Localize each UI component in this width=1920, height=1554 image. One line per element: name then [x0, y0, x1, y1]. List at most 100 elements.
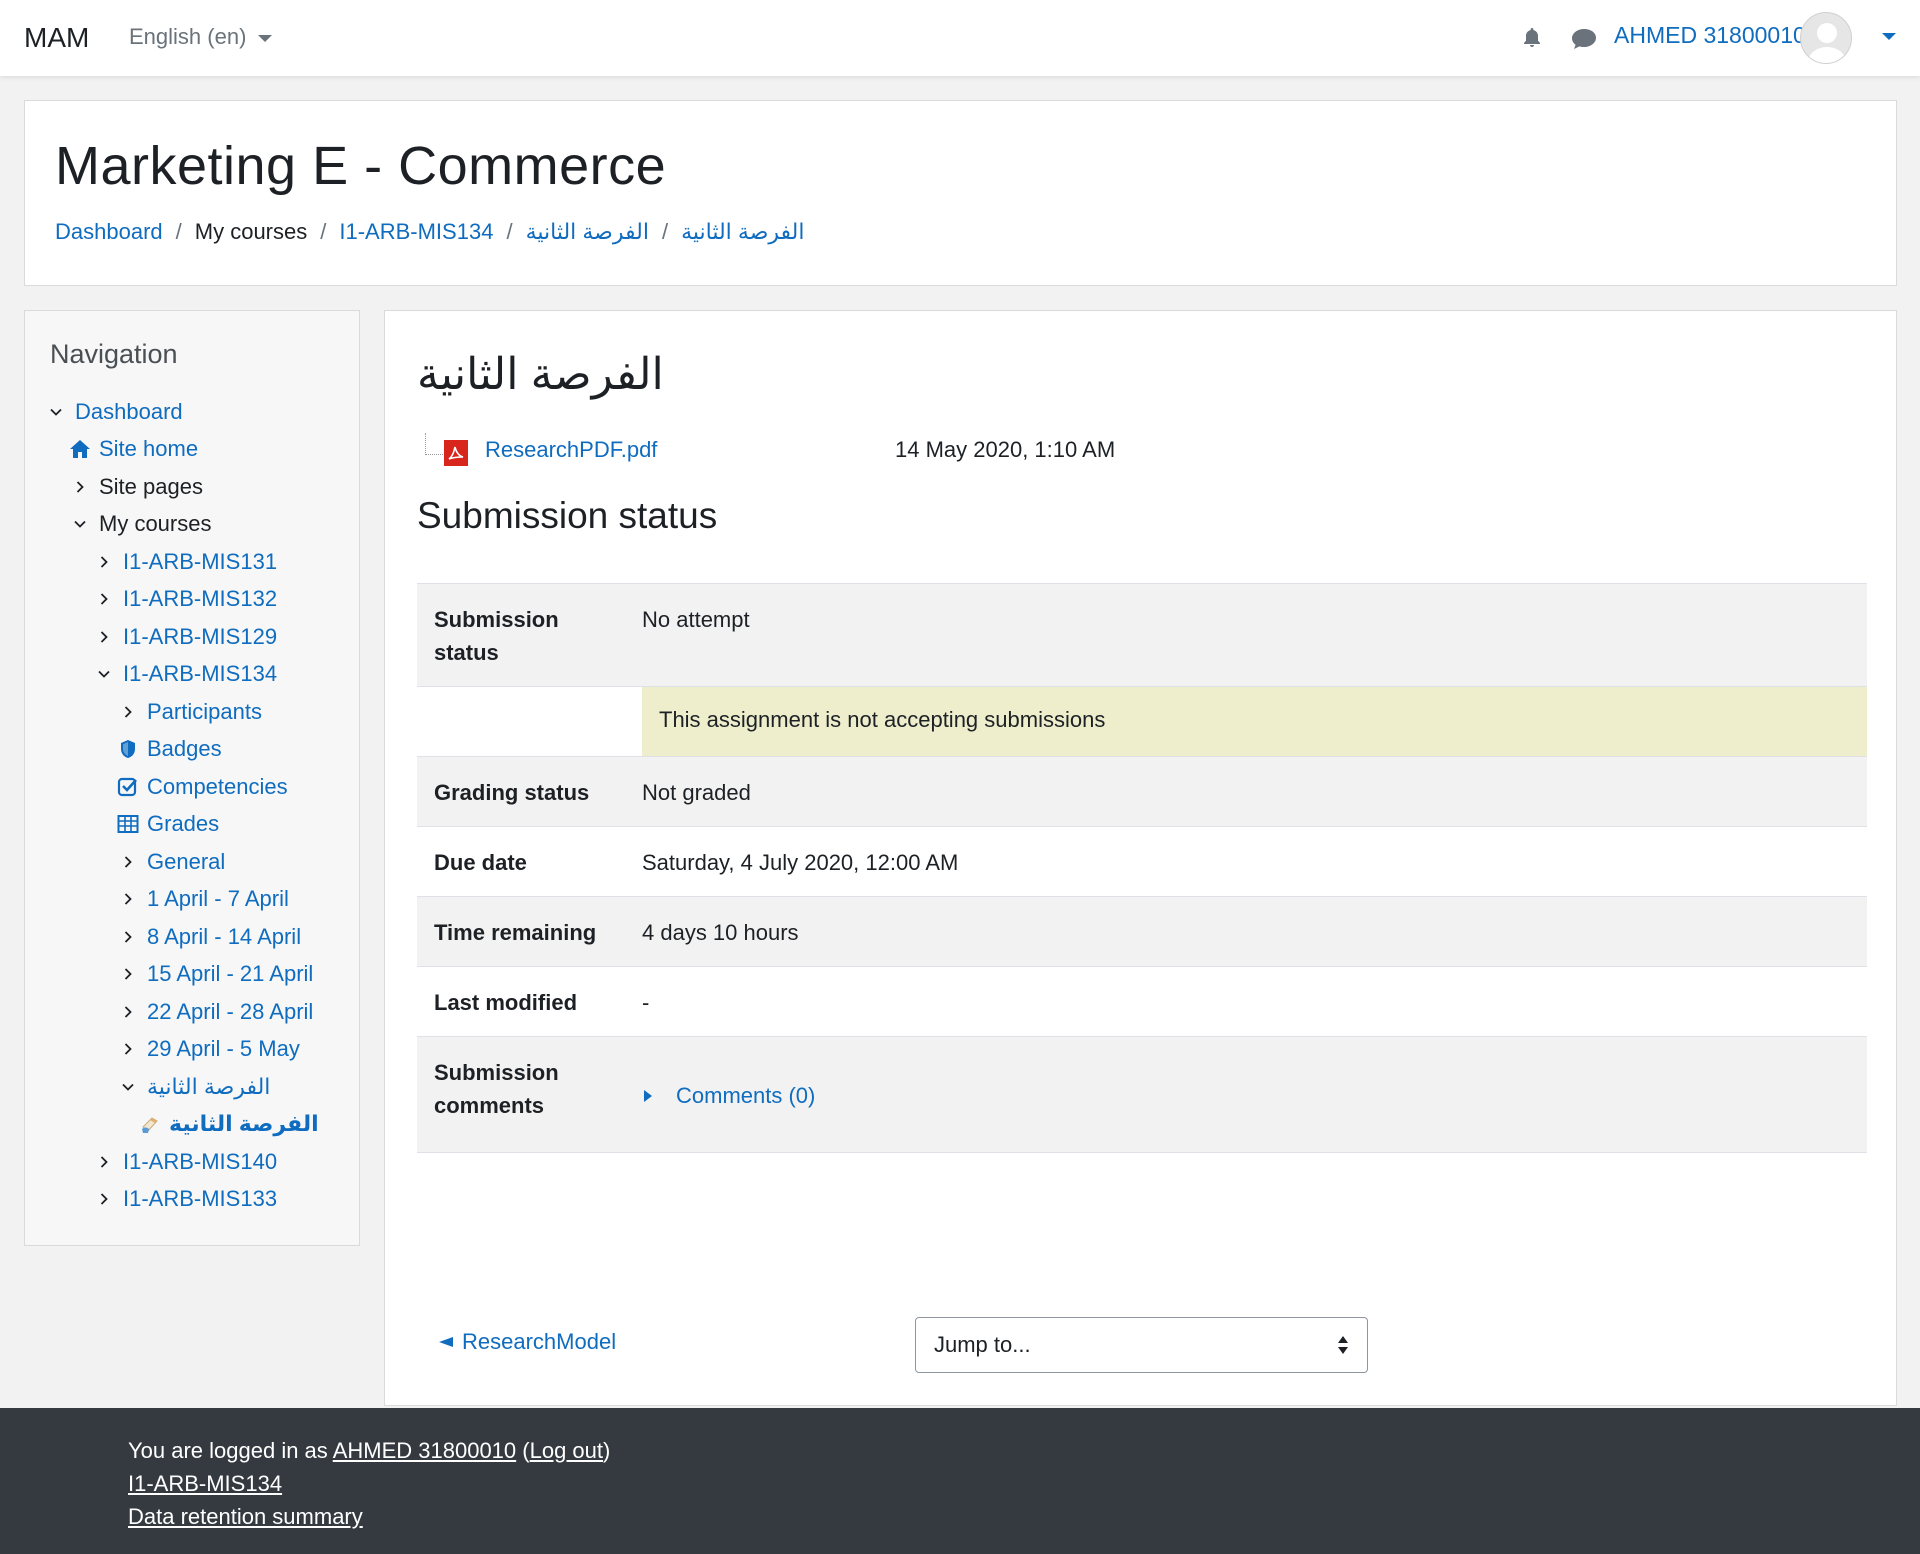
- chevron-down-icon: [258, 34, 273, 42]
- shield-icon: [121, 740, 135, 758]
- nav-item-section-week5[interactable]: 29 April - 5 May: [121, 1036, 300, 1062]
- breadcrumb-section[interactable]: الفرصة الثانية: [526, 219, 649, 245]
- user-menu-name[interactable]: AHMED 31800010: [1614, 22, 1806, 49]
- caret-right-icon: [644, 1089, 652, 1102]
- page-footer: You are logged in as AHMED 31800010 (Log…: [0, 1408, 1920, 1554]
- chevron-right-icon: [97, 555, 111, 569]
- grading-status-value: Not graded: [642, 780, 751, 805]
- avatar[interactable]: [1800, 12, 1852, 64]
- submission-notice-text: This assignment is not accepting submiss…: [659, 707, 1106, 732]
- nav-item-section-week4[interactable]: 22 April - 28 April: [121, 999, 313, 1025]
- chevron-down-icon: [97, 667, 111, 681]
- nav-item-competencies[interactable]: Competencies: [117, 774, 288, 800]
- nav-item-badges[interactable]: Badges: [117, 736, 222, 762]
- submission-status-value: No attempt: [642, 607, 750, 632]
- logout-link[interactable]: Log out: [530, 1438, 603, 1463]
- chevron-right-icon: [121, 892, 135, 906]
- attachment-link[interactable]: ResearchPDF.pdf: [485, 437, 657, 463]
- nav-item-section-week2[interactable]: 8 April - 14 April: [121, 924, 301, 950]
- chevron-right-icon: [97, 1155, 111, 1169]
- chevron-right-icon: [97, 630, 111, 644]
- page-title: Marketing E - Commerce: [55, 136, 667, 196]
- login-info: You are logged in as AHMED 31800010 (Log…: [128, 1438, 611, 1463]
- select-arrows-icon: [1338, 1336, 1348, 1354]
- breadcrumb-my-courses: My courses: [194, 219, 308, 244]
- navigation-block: Navigation Dashboard Site home Site page…: [24, 310, 360, 1246]
- table-icon: [117, 815, 139, 833]
- chevron-right-icon: [121, 1042, 135, 1056]
- time-remaining-value: 4 days 10 hours: [642, 920, 799, 945]
- footer-course-link[interactable]: I1-ARB-MIS134: [128, 1471, 282, 1496]
- nav-item-participants[interactable]: Participants: [121, 699, 262, 725]
- table-row: Last modified -: [417, 967, 1867, 1037]
- data-retention-link[interactable]: Data retention summary: [128, 1504, 363, 1529]
- chevron-right-icon: [73, 480, 87, 494]
- previous-activity-link[interactable]: ResearchModel: [438, 1329, 616, 1355]
- nav-item-site-home[interactable]: Site home: [69, 436, 198, 462]
- user-menu-chevron-icon[interactable]: [1882, 33, 1896, 40]
- nav-item-course-mis133[interactable]: I1-ARB-MIS133: [97, 1186, 277, 1212]
- nav-item-grades[interactable]: Grades: [117, 811, 219, 837]
- nav-item-section-week3[interactable]: 15 April - 21 April: [121, 961, 313, 987]
- pdf-icon: [444, 440, 468, 466]
- footer-user-link[interactable]: AHMED 31800010: [333, 1438, 516, 1463]
- bell-icon[interactable]: [1520, 26, 1544, 50]
- nav-item-course-mis140[interactable]: I1-ARB-MIS140: [97, 1149, 277, 1175]
- comments-link: Comments (0): [676, 1083, 816, 1108]
- messages-icon[interactable]: [1570, 27, 1598, 51]
- navigation-title: Navigation: [50, 339, 178, 369]
- grading-status-label: Grading status: [434, 780, 590, 805]
- chevron-down-icon: [73, 517, 87, 531]
- chevron-right-icon: [121, 930, 135, 944]
- table-row: This assignment is not accepting submiss…: [417, 687, 1867, 757]
- chevron-right-icon: [121, 855, 135, 869]
- nav-item-site-pages[interactable]: Site pages: [73, 474, 203, 500]
- attachment-date: 14 May 2020, 1:10 AM: [895, 437, 1116, 462]
- due-date-value: Saturday, 4 July 2020, 12:00 AM: [642, 850, 959, 875]
- nav-item-dashboard[interactable]: Dashboard: [49, 399, 183, 425]
- nav-item-course-mis132[interactable]: I1-ARB-MIS132: [97, 586, 277, 612]
- nav-item-course-mis134[interactable]: I1-ARB-MIS134: [97, 661, 277, 687]
- language-label: English (en): [129, 24, 247, 49]
- jump-to-select[interactable]: Jump to...: [915, 1317, 1368, 1373]
- arrow-left-icon: [439, 1337, 453, 1347]
- language-menu[interactable]: English (en): [129, 24, 273, 50]
- nav-item-course-mis129[interactable]: I1-ARB-MIS129: [97, 624, 277, 650]
- checkbox-icon: [117, 777, 137, 797]
- home-icon: [70, 440, 90, 458]
- chevron-right-icon: [121, 967, 135, 981]
- chevron-right-icon: [97, 1192, 111, 1206]
- nav-item-section-second-chance[interactable]: الفرصة الثانية: [121, 1074, 270, 1100]
- submission-status-label: Submission status: [434, 607, 559, 665]
- breadcrumb-activity[interactable]: الفرصة الثانية: [681, 219, 804, 245]
- breadcrumb-course[interactable]: I1-ARB-MIS134: [339, 219, 493, 245]
- nav-item-section-week1[interactable]: 1 April - 7 April: [121, 886, 289, 912]
- nav-item-my-courses[interactable]: My courses: [73, 511, 211, 537]
- table-row: Submission status No attempt: [417, 584, 1867, 687]
- table-row: Time remaining 4 days 10 hours: [417, 897, 1867, 967]
- assignment-icon: [142, 1117, 158, 1133]
- chevron-down-icon: [49, 405, 63, 419]
- site-brand[interactable]: MAM: [24, 22, 89, 54]
- breadcrumb-dashboard[interactable]: Dashboard: [55, 219, 163, 245]
- file-tree-connector: [425, 433, 443, 455]
- nav-item-course-mis131[interactable]: I1-ARB-MIS131: [97, 549, 277, 575]
- nav-item-section-general[interactable]: General: [121, 849, 225, 875]
- last-modified-label: Last modified: [434, 990, 578, 1015]
- time-remaining-label: Time remaining: [434, 920, 597, 945]
- submission-comments-label: Submission comments: [434, 1060, 559, 1118]
- main-content: الفرصة الثانية ResearchPDF.pdf 14 May 20…: [384, 310, 1897, 1406]
- top-navbar: MAM English (en) AHMED 31800010: [0, 0, 1920, 76]
- last-modified-value: -: [642, 990, 650, 1015]
- submission-notice: This assignment is not accepting submiss…: [642, 687, 1867, 756]
- submission-status-table: Submission status No attempt This assign…: [417, 583, 1867, 1153]
- submission-status-heading: Submission status: [417, 495, 718, 536]
- nav-item-current-activity[interactable]: الفرصة الثانية: [139, 1111, 319, 1137]
- chevron-right-icon: [121, 705, 135, 719]
- breadcrumb: Dashboard / My courses / I1-ARB-MIS134 /…: [55, 219, 805, 245]
- footer-data-retention-row: Data retention summary: [128, 1504, 363, 1530]
- user-avatar-icon: [1807, 23, 1847, 63]
- comments-toggle[interactable]: Comments (0): [642, 1079, 815, 1112]
- due-date-label: Due date: [434, 850, 527, 875]
- footer-course-row: I1-ARB-MIS134: [128, 1471, 282, 1497]
